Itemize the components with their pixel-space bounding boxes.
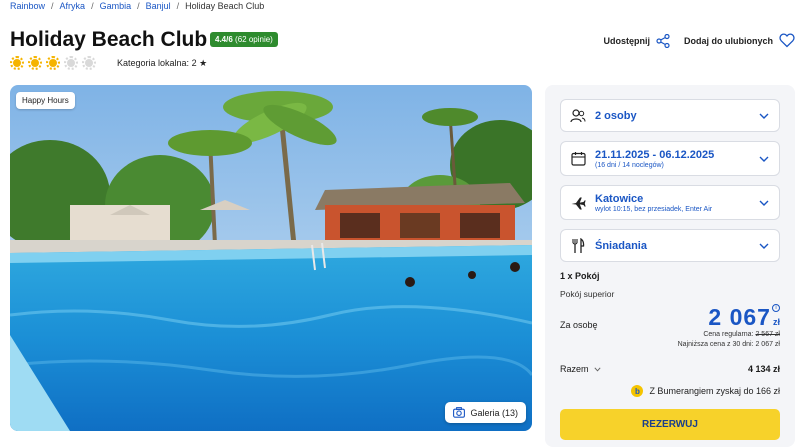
- page-title: Holiday Beach Club: [10, 28, 208, 51]
- total-value: 4 134 zł: [747, 364, 780, 374]
- bumerang-promo: b Z Bumerangiem zyskaj do 166 zł: [560, 385, 780, 397]
- bumerang-text: Z Bumerangiem zyskaj do 166 zł: [649, 386, 780, 396]
- dates-value: 21.11.2025 - 06.12.2025: [595, 148, 715, 161]
- breadcrumb-separator: /: [176, 1, 180, 11]
- share-icon: [656, 33, 670, 48]
- share-button[interactable]: Udostępnij: [603, 33, 671, 48]
- star-icon: ★: [199, 58, 208, 68]
- header-actions: Udostępnij Dodaj do ulubionych: [604, 33, 796, 48]
- gallery-button[interactable]: Galeria (13): [445, 402, 526, 423]
- room-type: Pokój superior: [560, 289, 615, 299]
- breadcrumb-separator: /: [51, 1, 54, 11]
- breadcrumb-separator: /: [137, 1, 140, 11]
- sun-icon: [10, 56, 24, 70]
- sun-rating: [10, 56, 96, 70]
- price-amount: 2 067: [708, 304, 771, 330]
- chevron-down-icon: [759, 113, 769, 119]
- total-label: Razem: [560, 364, 589, 374]
- chevron-down-icon: [759, 243, 769, 249]
- hotel-photo[interactable]: Happy Hours Galeria (13): [10, 85, 532, 431]
- local-category-value: 2: [191, 58, 197, 68]
- travelers-value: 2 osoby: [595, 109, 637, 122]
- lowest-price-label: Najniższa cena z 30 dni:: [677, 341, 754, 348]
- sun-icon: [46, 56, 60, 70]
- airplane-icon: [569, 194, 587, 212]
- gallery-label: Galeria (13): [470, 407, 518, 418]
- chevron-down-icon: [759, 156, 769, 162]
- price-per-person: 2 067 zł i: [708, 304, 780, 331]
- lowest-price-value: 2 067 zł: [755, 341, 780, 348]
- rating-badge[interactable]: 4.4/6 (62 opinie): [210, 32, 278, 47]
- favorite-button[interactable]: Dodaj do ulubionych: [684, 33, 795, 48]
- departure-city: Katowice: [595, 192, 644, 205]
- sun-icon-empty: [82, 56, 96, 70]
- room-count: 1 x Pokój: [560, 271, 600, 281]
- sun-icon-empty: [64, 56, 78, 70]
- price-currency: zł: [772, 317, 780, 327]
- per-person-label: Za osobę: [560, 320, 598, 330]
- booking-panel: 2 osoby 21.11.2025 - 06.12.2025 (16 dni …: [545, 85, 795, 447]
- local-category-label: Kategoria lokalna:: [117, 58, 190, 68]
- share-label: Udostępnij: [603, 35, 651, 46]
- dates-select[interactable]: 21.11.2025 - 06.12.2025 (16 dni / 14 noc…: [560, 141, 780, 176]
- price-block: Za osobę 2 067 zł i Cena regularna: 2 56…: [560, 304, 780, 350]
- person-icon: [569, 107, 587, 125]
- travelers-select[interactable]: 2 osoby: [560, 99, 780, 132]
- breadcrumb-separator: /: [91, 1, 94, 11]
- info-icon[interactable]: i: [772, 304, 780, 312]
- dates-detail: (16 dni / 14 noclegów): [595, 161, 664, 169]
- regular-price-label: Cena regularna:: [703, 331, 754, 338]
- bumerang-logo-icon: b: [631, 385, 644, 397]
- breadcrumb-item-current: Holiday Beach Club: [185, 1, 265, 11]
- board-value: Śniadania: [595, 239, 647, 252]
- rating-score: 4.4/6: [215, 35, 233, 44]
- breadcrumb-item-rainbow[interactable]: Rainbow: [10, 1, 45, 11]
- regular-price: Cena regularna: 2 567 zł: [703, 331, 780, 338]
- departure-detail: wylot 10:15, bez przesiadek, Enter Air: [595, 205, 713, 213]
- sun-icon: [28, 56, 42, 70]
- total-toggle[interactable]: Razem: [560, 364, 601, 374]
- departure-select[interactable]: Katowice wylot 10:15, bez przesiadek, En…: [560, 185, 780, 220]
- breadcrumb: Rainbow / Afryka / Gambia / Banjul / Hol…: [10, 1, 264, 11]
- heart-icon: [779, 33, 795, 48]
- chevron-down-icon: [759, 200, 769, 206]
- camera-icon: [453, 407, 466, 418]
- breadcrumb-item-banjul[interactable]: Banjul: [146, 1, 171, 11]
- cutlery-icon: [569, 237, 587, 255]
- breadcrumb-item-afryka[interactable]: Afryka: [60, 1, 86, 11]
- local-category: Kategoria lokalna: 2 ★: [117, 58, 207, 69]
- total-row: Razem 4 134 zł: [560, 364, 780, 374]
- rating-count: (62 opinie): [235, 35, 273, 44]
- favorite-label: Dodaj do ulubionych: [684, 35, 773, 46]
- board-select[interactable]: Śniadania: [560, 229, 780, 262]
- breadcrumb-item-gambia[interactable]: Gambia: [100, 1, 132, 11]
- regular-price-value: 2 567 zł: [755, 331, 780, 338]
- happy-hours-badge: Happy Hours: [16, 92, 75, 109]
- lowest-price: Najniższa cena z 30 dni: 2 067 zł: [678, 341, 780, 348]
- calendar-icon: [569, 150, 587, 168]
- reserve-button[interactable]: REZERWUJ: [560, 409, 780, 440]
- chevron-down-icon: [593, 366, 601, 372]
- pool-scene-image: [10, 85, 532, 431]
